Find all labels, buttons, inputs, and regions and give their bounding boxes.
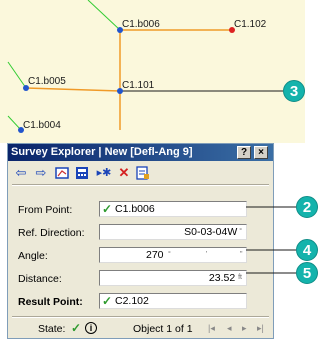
delete-icon[interactable]: ✕ xyxy=(116,165,132,181)
green-line xyxy=(7,61,27,89)
angle-value: 270 xyxy=(146,249,164,261)
check-icon: ✓ xyxy=(102,294,113,308)
next-record-icon[interactable]: ▸ xyxy=(242,323,247,334)
result-point-value: C2.102 xyxy=(115,295,149,307)
callout-3: 3 xyxy=(283,80,305,102)
result-point-field[interactable]: ✓ C2.102 xyxy=(99,293,247,309)
distance-field[interactable]: 23.52 ft xyxy=(99,270,247,286)
ref-direction-label: Ref. Direction: xyxy=(18,227,85,239)
ref-direction-field[interactable]: S0-03-04W ° xyxy=(99,224,247,240)
window-title: Survey Explorer | New [Defl-Ang 9] xyxy=(11,146,193,158)
angle-label: Angle: xyxy=(18,250,48,262)
callout-5: 5 xyxy=(296,262,318,284)
forward-arrow-icon[interactable]: ⇨ xyxy=(33,165,49,181)
green-line xyxy=(87,0,121,31)
state-ok-icon: ✓ xyxy=(71,321,82,335)
info-icon[interactable]: i xyxy=(85,322,97,334)
angle-field[interactable]: 270 ° ' " xyxy=(99,247,247,263)
separator xyxy=(12,184,269,186)
distance-unit: ft xyxy=(238,274,242,281)
previous-record-icon[interactable]: ◂ xyxy=(227,323,232,334)
help-button[interactable]: ? xyxy=(237,146,251,159)
last-record-icon[interactable]: ▸| xyxy=(257,323,264,334)
callout-2: 2 xyxy=(296,196,318,218)
second-mark: " xyxy=(240,251,243,258)
state-label: State: xyxy=(38,323,66,335)
degree-mark: ° xyxy=(237,228,242,235)
from-point-value: C1.b006 xyxy=(115,203,155,215)
back-arrow-icon[interactable]: ⇦ xyxy=(13,165,29,181)
point-label: C1.b005 xyxy=(28,76,66,87)
result-point-label: Result Point: xyxy=(18,296,83,308)
first-record-icon[interactable]: |◂ xyxy=(208,323,215,334)
object-counter: Object 1 of 1 xyxy=(133,323,193,335)
check-icon: ✓ xyxy=(102,202,113,216)
callout-4: 4 xyxy=(296,239,318,261)
title-bar[interactable]: Survey Explorer | New [Defl-Ang 9] ? × xyxy=(8,144,273,161)
ref-direction-value: S0-03-04W xyxy=(184,226,238,238)
course-line xyxy=(25,87,121,92)
report-icon[interactable] xyxy=(135,165,151,181)
close-button[interactable]: × xyxy=(254,146,268,159)
from-point-label: From Point: xyxy=(18,204,73,216)
minute-mark: ' xyxy=(206,251,208,258)
point-label: C1.101 xyxy=(122,80,155,91)
survey-explorer-window[interactable]: Survey Explorer | New [Defl-Ang 9] ? × ⇦… xyxy=(7,143,274,339)
point-label: C1.b004 xyxy=(23,120,61,131)
sketch-icon[interactable] xyxy=(54,165,70,181)
calculator-icon[interactable] xyxy=(74,165,90,181)
status-bar: State: ✓ i Object 1 of 1 |◂ ◂ ▸ ▸| xyxy=(8,321,273,338)
degree-mark: ° xyxy=(168,251,171,258)
distance-label: Distance: xyxy=(18,273,62,285)
distance-value: 23.52 xyxy=(208,272,236,284)
toolbar: ⇦ ⇨ ▸✱ ✕ xyxy=(8,163,273,183)
point-label: C1.102 xyxy=(234,19,267,30)
from-point-field[interactable]: ✓ C1.b006 xyxy=(99,201,247,217)
separator xyxy=(12,316,269,318)
insert-icon[interactable]: ▸✱ xyxy=(96,165,112,181)
map-view[interactable]: C1.b006 C1.102 C1.b005 C1.101 C1.b004 xyxy=(0,0,305,143)
point-label: C1.b006 xyxy=(122,19,160,30)
